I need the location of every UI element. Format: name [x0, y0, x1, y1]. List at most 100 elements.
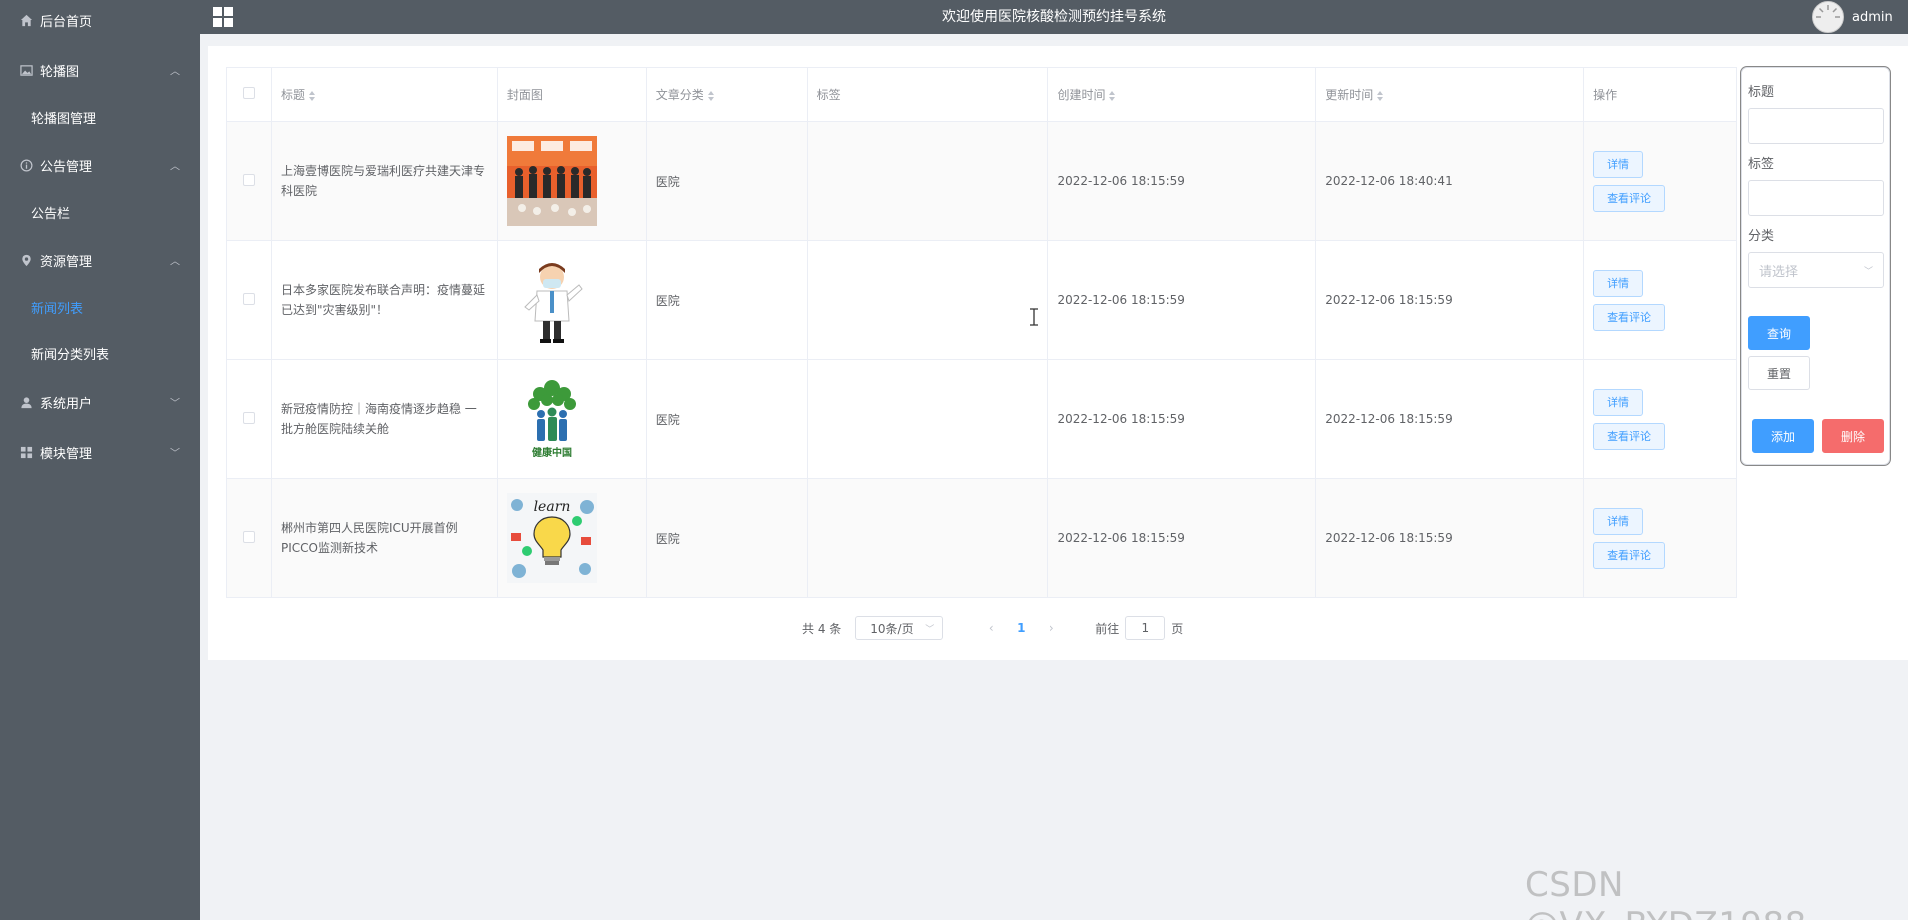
reset-button[interactable]: 重置 — [1748, 356, 1810, 390]
menu-item-resources[interactable]: 资源管理 ︿ — [0, 236, 200, 284]
add-button[interactable]: 添加 — [1752, 419, 1814, 453]
cell-category: 医院 — [645, 121, 808, 241]
column-label: 操作 — [1593, 88, 1618, 102]
cell-created: 2022-12-06 18:15:59 — [1047, 359, 1317, 479]
category-select[interactable]: 请选择 ﹀ — [1748, 252, 1884, 288]
submenu-item-news-category[interactable]: 新闻分类列表 — [0, 330, 200, 376]
table-row: 日本多家医院发布联合声明：疫情蔓延已达到"灾害级别"！ 医院 2022-12-0… — [226, 240, 1737, 360]
cell-updated: 2022-12-06 18:15:59 — [1315, 478, 1585, 598]
submenu-item-label: 公告栏 — [31, 206, 71, 222]
cover-image-healthy-china-logo: 健康中国 — [506, 374, 597, 464]
menu-item-modules[interactable]: 模块管理 ﹀ — [0, 428, 200, 476]
avatar[interactable] — [1812, 1, 1844, 33]
cell-actions: 详情 查看评论 — [1583, 121, 1737, 241]
cell-category: 医院 — [645, 478, 808, 598]
prev-page-icon[interactable]: ‹ — [973, 621, 1009, 635]
query-button[interactable]: 查询 — [1748, 316, 1810, 350]
row-select-cell — [226, 359, 272, 479]
menu-item-label: 轮播图 — [40, 64, 80, 80]
select-all-cell — [226, 67, 272, 122]
detail-button[interactable]: 详情 — [1593, 388, 1644, 416]
column-header-category[interactable]: 文章分类 — [645, 67, 808, 122]
sidebar: 后台首页 轮播图 ︿ 轮播图管理 公告管理 ︿ 公告栏 资源管理 ︿ 新闻列表 … — [0, 0, 200, 920]
category-label: 分类 — [1748, 229, 1775, 244]
column-header-title[interactable]: 标题 — [270, 67, 498, 122]
home-icon — [18, 12, 34, 28]
sort-icon[interactable] — [707, 90, 714, 101]
sort-icon[interactable] — [1109, 90, 1116, 101]
pagination: 共 4 条 10条/页 ﹀ ‹ 1 › 前往 1 页 — [802, 616, 1183, 640]
tag-input[interactable] — [1748, 180, 1884, 216]
cell-title: 日本多家医院发布联合声明：疫情蔓延已达到"灾害级别"！ — [270, 240, 498, 360]
row-checkbox[interactable] — [242, 411, 255, 424]
cover-image-photo-group — [506, 136, 597, 226]
cover-image-learn-bulb: learn — [506, 493, 597, 583]
submenu-item-carousel-manage[interactable]: 轮播图管理 — [0, 94, 200, 140]
view-comments-button[interactable]: 查看评论 — [1593, 541, 1666, 569]
row-checkbox[interactable] — [242, 292, 255, 305]
chevron-down-icon: ﹀ — [925, 625, 935, 635]
view-comments-button[interactable]: 查看评论 — [1593, 184, 1666, 212]
cell-created: 2022-12-06 18:15:59 — [1047, 478, 1317, 598]
column-header-tag: 标签 — [806, 67, 1049, 122]
table-header-row: 标题 封面图 文章分类 标签 创建时间 更新时间 操作 — [226, 67, 1737, 122]
row-checkbox[interactable] — [242, 173, 255, 186]
menu-item-label: 资源管理 — [40, 254, 93, 270]
grid-icon — [18, 444, 34, 460]
news-table: 标题 封面图 文章分类 标签 创建时间 更新时间 操作 上海壹博医院与爱瑞利医疗… — [226, 67, 1737, 598]
cell-tag — [806, 359, 1049, 479]
menu-item-label: 模块管理 — [40, 446, 93, 462]
column-label: 封面图 — [506, 88, 543, 102]
page-number-current[interactable]: 1 — [1009, 621, 1033, 635]
cell-category: 医院 — [645, 359, 808, 479]
text-cursor-icon — [1030, 308, 1038, 326]
cell-tag — [806, 240, 1049, 360]
cell-cover — [496, 240, 647, 360]
cell-category: 医院 — [645, 240, 808, 360]
next-page-icon[interactable]: › — [1033, 621, 1069, 635]
user-name[interactable]: admin — [1852, 0, 1893, 34]
page-size-select[interactable]: 10条/页 ﹀ — [855, 616, 944, 640]
submenu-item-news-list[interactable]: 新闻列表 — [0, 284, 200, 330]
cell-updated: 2022-12-06 18:40:41 — [1315, 121, 1585, 241]
detail-button[interactable]: 详情 — [1593, 150, 1644, 178]
chevron-up-icon: ︿ — [170, 256, 180, 268]
cell-cover: 健康中国 — [496, 359, 647, 479]
watermark: CSDN @VX_BYDZ1988 — [1525, 865, 1806, 920]
chevron-down-icon: ﹀ — [170, 398, 180, 410]
title-input[interactable] — [1748, 108, 1884, 144]
sort-icon[interactable] — [309, 90, 315, 101]
picture-icon — [18, 62, 34, 78]
row-checkbox[interactable] — [242, 530, 255, 543]
menu-item-label: 公告管理 — [40, 159, 93, 175]
view-comments-button[interactable]: 查看评论 — [1593, 303, 1666, 331]
menu-item-notice[interactable]: 公告管理 ︿ — [0, 141, 200, 189]
sort-icon[interactable] — [1377, 90, 1384, 101]
menu-item-dashboard[interactable]: 后台首页 — [0, 0, 200, 44]
cell-actions: 详情 查看评论 — [1583, 478, 1737, 598]
delete-button[interactable]: 删除 — [1822, 419, 1884, 453]
cell-created: 2022-12-06 18:15:59 — [1047, 240, 1317, 360]
cell-tag — [806, 121, 1049, 241]
user-icon — [18, 394, 34, 410]
table-row: 郴州市第四人民医院ICU开展首例PICCO监测新技术 learn 医院 2022… — [226, 478, 1737, 598]
menu-item-carousel[interactable]: 轮播图 ︿ — [0, 46, 200, 94]
cell-cover: learn — [496, 478, 647, 598]
cover-text: learn — [533, 499, 570, 515]
column-header-created[interactable]: 创建时间 — [1047, 67, 1317, 122]
submenu-item-notice-board[interactable]: 公告栏 — [0, 189, 200, 235]
top-header: 欢迎使用医院核酸检测预约挂号系统 admin — [200, 0, 1908, 34]
detail-button[interactable]: 详情 — [1593, 507, 1644, 535]
row-select-cell — [226, 240, 272, 360]
chevron-up-icon: ︿ — [170, 161, 180, 173]
detail-button[interactable]: 详情 — [1593, 269, 1644, 297]
goto-page-input[interactable]: 1 — [1125, 616, 1166, 640]
cell-updated: 2022-12-06 18:15:59 — [1315, 240, 1585, 360]
menu-item-system-users[interactable]: 系统用户 ﹀ — [0, 378, 200, 426]
cell-updated: 2022-12-06 18:15:59 — [1315, 359, 1585, 479]
view-comments-button[interactable]: 查看评论 — [1593, 422, 1666, 450]
submenu-item-label: 新闻分类列表 — [31, 347, 110, 363]
column-header-updated[interactable]: 更新时间 — [1315, 67, 1585, 122]
column-label: 创建时间 — [1057, 88, 1106, 102]
select-all-checkbox[interactable] — [242, 87, 255, 99]
